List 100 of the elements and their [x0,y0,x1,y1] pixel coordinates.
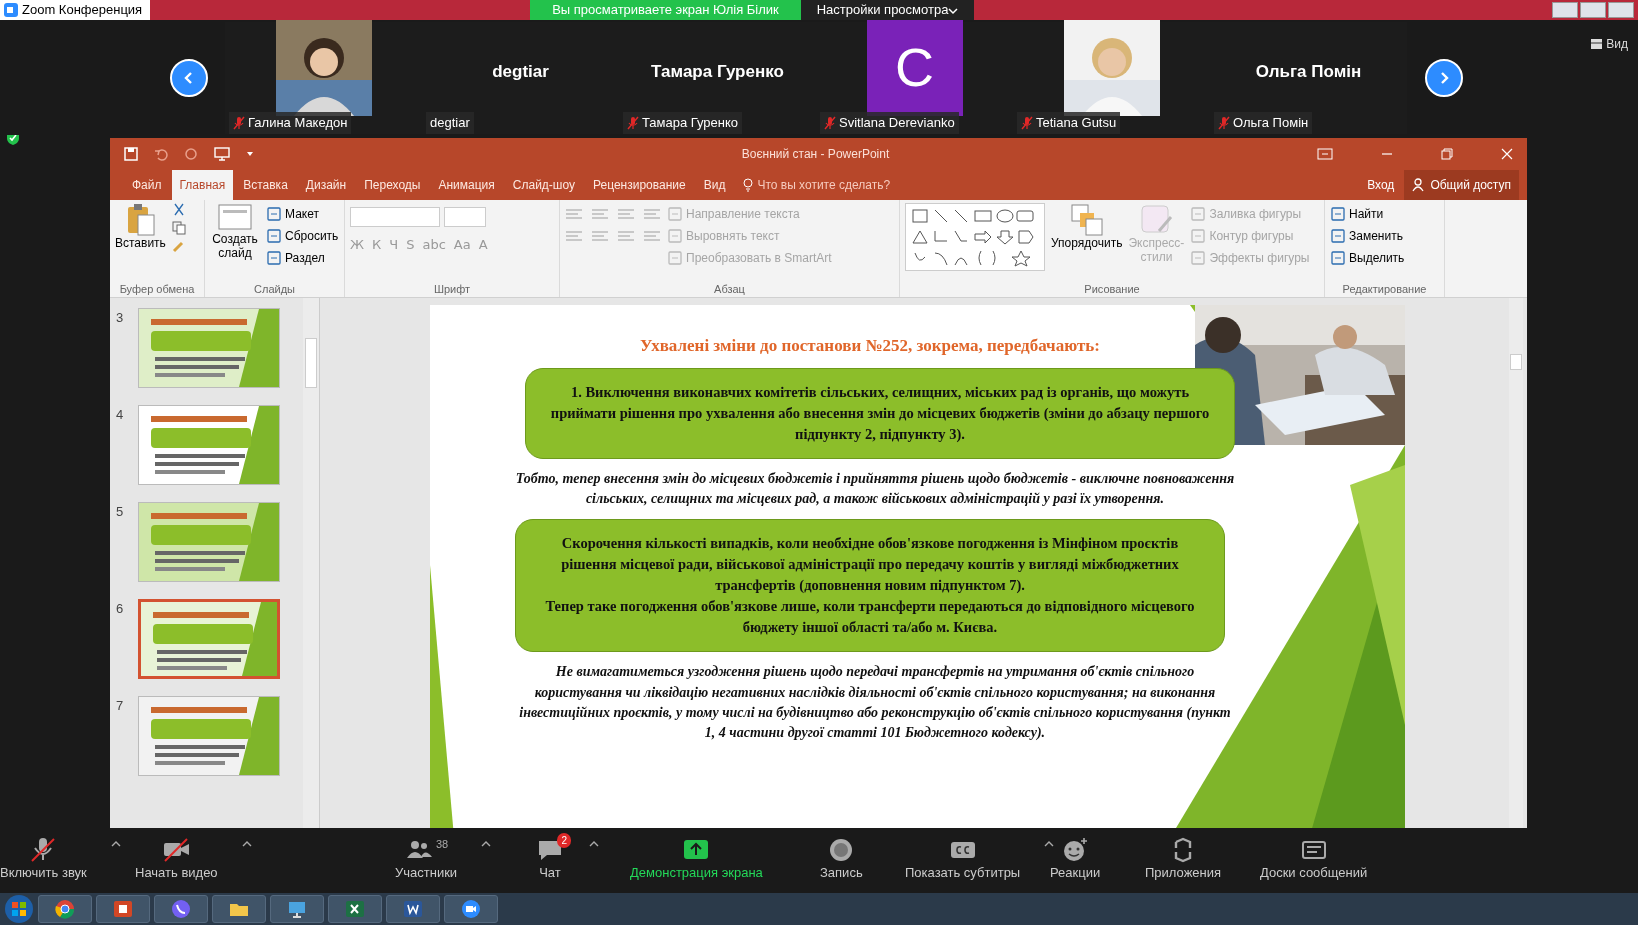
shape-icon [1190,228,1207,244]
participant-name: degtiar [492,60,549,83]
shape-icon [266,228,282,244]
ribbon-tab[interactable]: Вид [695,170,734,200]
view-options-button[interactable]: Настройки просмотра [800,0,975,20]
participant-count: 38 [435,837,449,852]
editing-menu-item[interactable]: Найти [1330,203,1405,225]
shapes-gallery[interactable] [905,203,1045,271]
ribbon-tab[interactable]: Главная [171,170,234,200]
share-button[interactable]: Общий доступ [1404,170,1519,200]
ribbon-tab[interactable]: Рецензирование [585,170,694,200]
font-name-field[interactable] [350,207,440,227]
format-button[interactable]: Ж [350,235,364,255]
group-label: Шрифт [432,282,472,297]
caret-icon[interactable] [246,151,254,157]
undo-icon[interactable] [154,147,168,161]
participant-name: Тамара Гуренко [651,60,784,83]
taskbar-button[interactable] [328,895,382,923]
arrange-button[interactable]: Упорядочить [1051,203,1123,281]
paste-button[interactable]: Вставить [115,203,166,281]
box-text: 1. Виключення виконавчих комітетів сільських, селищних, міських рад із органів, що можуть приймати рішення про ухвалення або внесення змін до місцевих бюджетів (зміни до абзацу першого підпункту 2, підпункту 3). [549,382,1211,444]
taskbar-button[interactable] [386,895,440,923]
toolbar-button[interactable]: Реакции [1040,832,1111,883]
slides-menu-item[interactable]: Раздел [266,247,339,269]
format-button[interactable]: S [406,235,415,255]
editing-menu-item[interactable]: Заменить [1330,225,1405,247]
view-button[interactable]: Вид [1585,34,1634,54]
close-button[interactable] [1608,2,1634,18]
participant-label: Ольга Помін [1233,114,1309,132]
slide-thumbnail[interactable] [138,696,280,776]
toolbar-button[interactable]: Приложения [1135,832,1232,883]
toolbar-button[interactable]: Начать видео [125,832,228,883]
format-button[interactable]: A [478,235,488,255]
toolbar-button[interactable]: 38 Участники [385,832,468,883]
slide-thumbnail[interactable] [138,405,280,485]
app-icon [4,3,18,17]
toolbar-button[interactable]: Включить звук [0,832,97,883]
slide-thumbnail[interactable] [138,308,280,388]
close-icon[interactable] [1501,148,1513,160]
format-button[interactable]: К [372,235,382,255]
slide-note: Тобто, тепер внесення змін до місцевих бюджетів і прийняття рішень щодо бюджетів - виключне повноваження сільських, селищних та місцевих рад, а також військових адміністрацій у разі їх утворення. [515,469,1235,508]
slide-thumbnail[interactable] [138,502,280,582]
caret-icon[interactable] [589,840,599,848]
sign-in-link[interactable]: Вход [1359,170,1403,200]
next-page-button[interactable] [1425,58,1463,97]
minimize-button[interactable] [1552,2,1578,18]
previous-page-button[interactable] [170,58,208,97]
group-label: Редактирование [1341,282,1428,297]
shape-icon [266,206,282,222]
slide-number: 7 [116,697,125,715]
ribbon-tab[interactable]: Анимация [430,170,503,200]
taskbar-button[interactable] [38,895,92,923]
slide-number: 4 [116,406,125,424]
participant-label: Svitlana Derevianko [839,114,955,132]
redo-icon[interactable] [184,147,198,161]
document-app-icon [403,899,423,919]
slides-menu-item[interactable]: Сбросить [266,225,339,247]
taskbar-button[interactable] [212,895,266,923]
toolbar-button[interactable]: Запись [810,832,873,883]
ribbon-tab[interactable]: Переходы [356,170,429,200]
tell-me-field[interactable]: Что вы хотите сделать? [735,170,899,200]
format-button[interactable]: Aa [453,235,471,255]
caret-icon[interactable] [110,840,121,848]
toolbar-button[interactable]: Демонстрация экрана [620,832,773,883]
slide-thumbnail[interactable] [138,599,280,679]
font-size-field[interactable] [444,207,486,227]
caret-icon[interactable] [481,840,492,848]
taskbar-button[interactable] [444,895,498,923]
caret-icon[interactable] [241,840,252,848]
scroll-thumb[interactable] [305,338,317,388]
editing-menu-item[interactable]: Выделить [1330,247,1405,269]
restore-icon[interactable] [1441,148,1453,160]
save-icon[interactable] [124,147,138,161]
ribbon-tab[interactable]: Слайд-шоу [504,170,583,200]
box-text: Скорочення кількості випадків, коли необхідне обов'язкове погодження із Мінфіном проєктів рішення місцевої ради, військової адміністрації про передачу коштів у вигляді міжбюджетних трансфертів (доповнення новим підпунктом 7). [560,534,1180,596]
ribbon-options-icon[interactable] [1317,148,1333,160]
format-button[interactable]: abc [422,235,446,255]
toolbar-button[interactable]: 2 Чат [525,832,575,883]
taskbar-button[interactable] [96,895,150,923]
ribbon-tab[interactable]: Файл [124,170,170,200]
ribbon-tab[interactable]: Вставка [235,170,296,200]
shape-icon [1190,250,1207,266]
slides-menu-item[interactable]: Макет [266,203,339,225]
maximize-button[interactable] [1580,2,1606,18]
window-title: Воєнний стан - PowerPoint [740,146,890,163]
brush-icon[interactable] [171,239,186,253]
window-title: Zoom Конференция [22,1,143,20]
presentation-icon[interactable] [214,147,230,161]
copy-icon[interactable] [171,221,186,235]
start-button-icon[interactable] [4,894,34,924]
ribbon-tab[interactable]: Дизайн [297,170,355,200]
new-slide-button[interactable]: Создать слайд [210,203,260,281]
scroll-thumb[interactable] [1510,354,1522,370]
box-text: Тепер таке погодження обов'язкове лише, коли трансферти передаються до відповідного місцевого бюджету іншої області та/або м. Києва. [544,597,1196,638]
group-label: Слайды [253,282,296,297]
toolbar-button[interactable]: Доски сообщений [1250,832,1378,883]
caret-icon[interactable] [1044,840,1055,848]
toolbar-button[interactable]: Показать субтитры [895,832,1031,883]
slide-icon [217,203,253,233]
format-button[interactable]: Ч [389,235,399,255]
